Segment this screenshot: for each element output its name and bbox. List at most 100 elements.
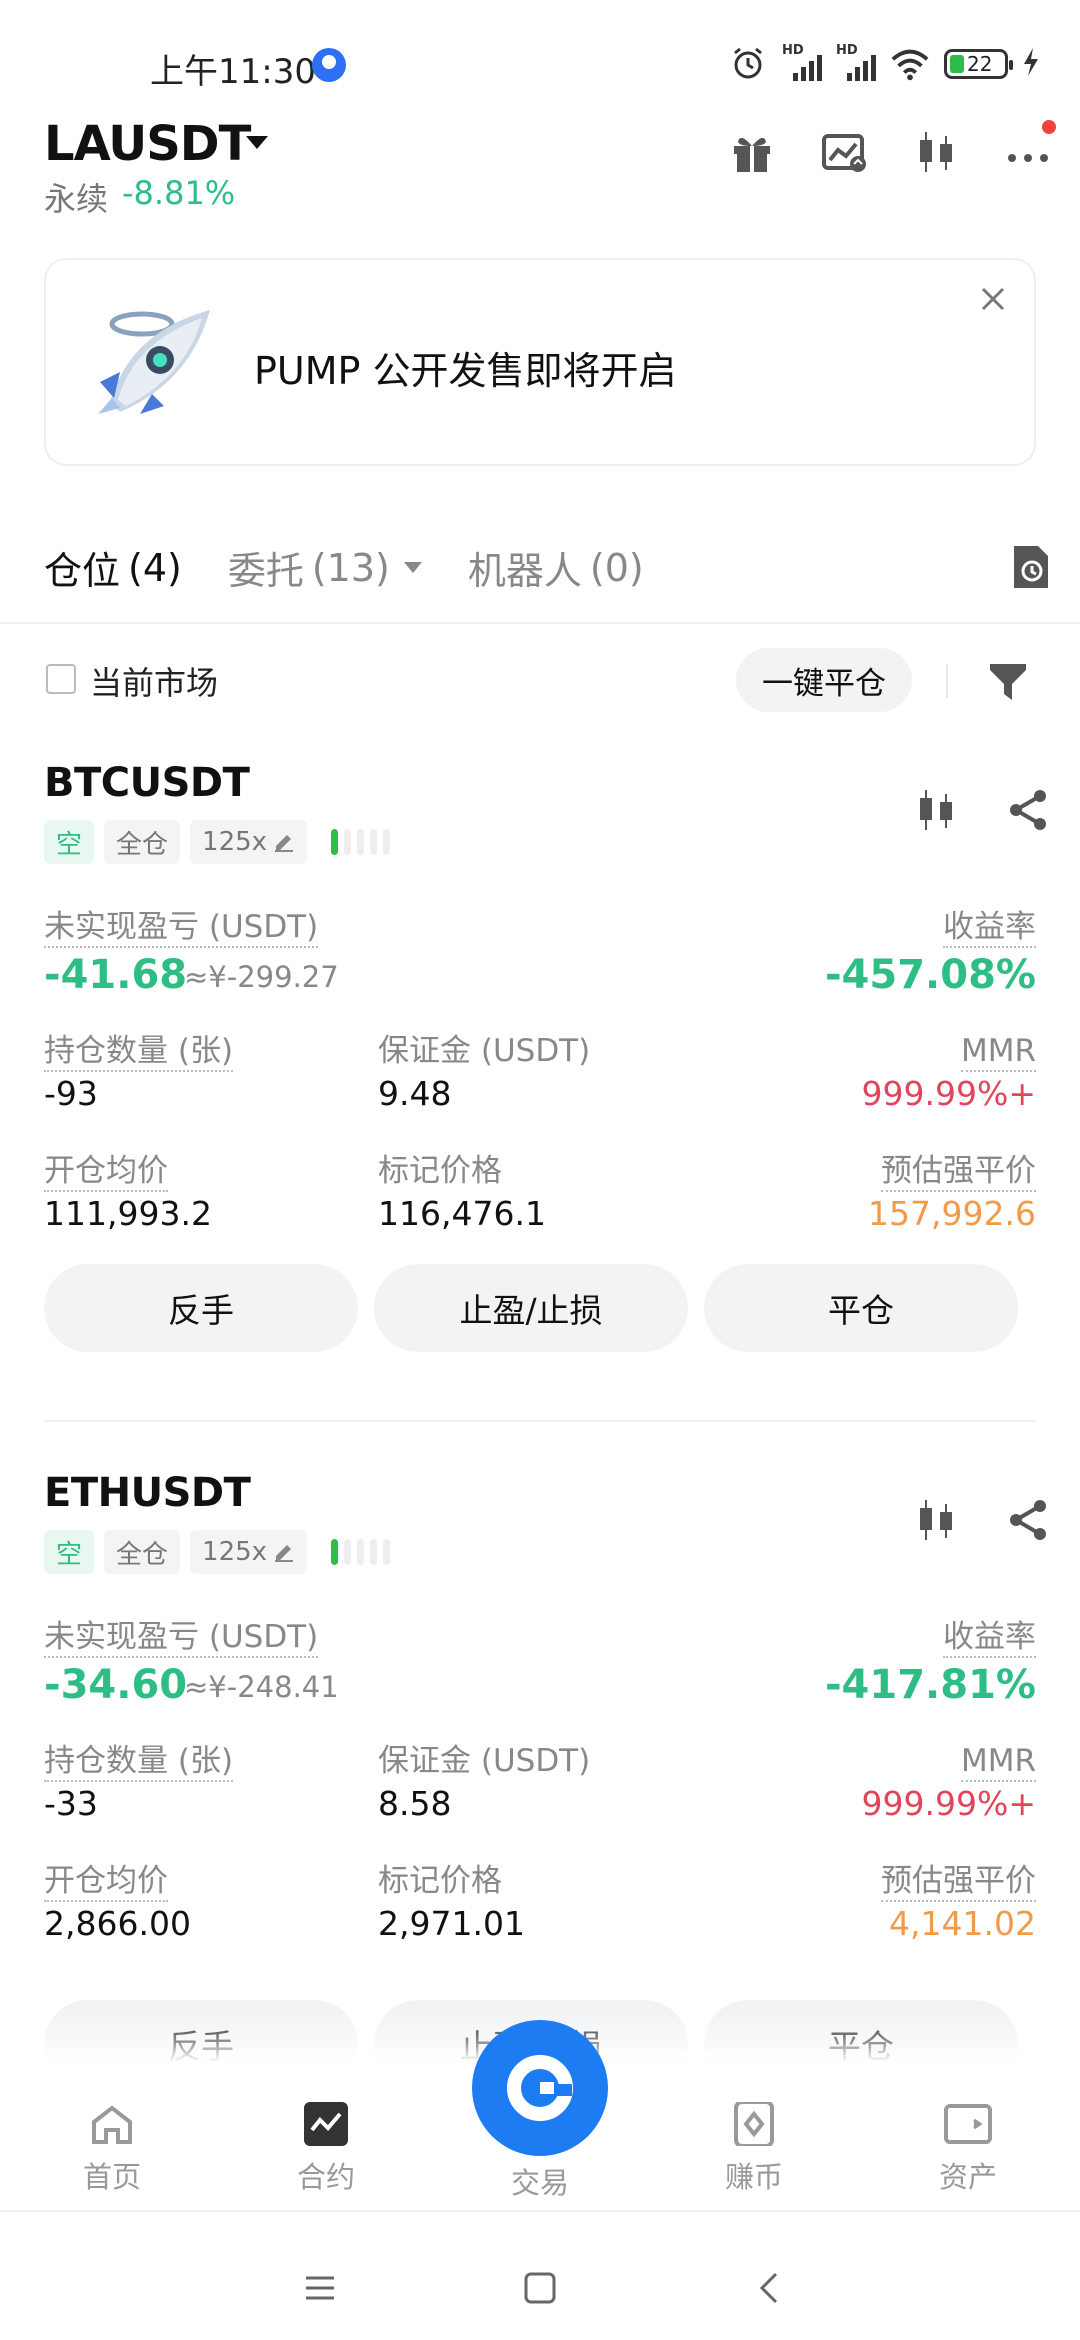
size-value: -93 xyxy=(44,1074,98,1113)
signal-icon: HD xyxy=(782,43,822,81)
battery-level: 22 xyxy=(967,52,993,76)
status-bar: 上午11:30 HD HD 22 xyxy=(0,0,1080,110)
nav-assets[interactable]: 资产 xyxy=(908,2102,1028,2196)
size-label[interactable]: 持仓数量 (张) xyxy=(44,1032,234,1072)
mark-price-value: 2,971.01 xyxy=(378,1904,525,1943)
more-icon[interactable] xyxy=(1006,120,1056,174)
candlestick-icon[interactable] xyxy=(914,130,958,174)
candlestick-icon[interactable] xyxy=(914,1498,958,1542)
pair-title[interactable]: LAUSDT xyxy=(44,116,251,172)
margin-mode-tag[interactable]: 全仓 xyxy=(104,1530,181,1574)
chart-image-icon[interactable] xyxy=(822,130,866,174)
nav-futures[interactable]: 合约 xyxy=(266,2102,386,2196)
tab-bots[interactable]: 机器人 (0) xyxy=(468,540,644,595)
liq-price-value: 4,141.02 xyxy=(889,1904,1036,1943)
tab-positions[interactable]: 仓位 (4) xyxy=(44,540,182,595)
tab-label: 仓位 xyxy=(44,549,121,593)
share-icon[interactable] xyxy=(1006,788,1050,832)
futures-icon xyxy=(302,2102,350,2146)
reverse-button[interactable]: 反手 xyxy=(44,1264,358,1352)
side-tag: 空 xyxy=(44,1530,95,1574)
notification-dot xyxy=(1042,120,1056,134)
roe-label[interactable]: 收益率 xyxy=(943,1618,1036,1658)
liq-price-label[interactable]: 预估强平价 xyxy=(881,1862,1036,1902)
back-icon[interactable] xyxy=(750,2268,790,2308)
current-market-label[interactable]: 当前市场 xyxy=(90,658,218,704)
charging-icon xyxy=(1022,47,1040,81)
mark-price-value: 116,476.1 xyxy=(378,1194,546,1233)
close-all-button[interactable]: 一键平仓 xyxy=(736,648,912,712)
mark-price-label: 标记价格 xyxy=(378,1153,502,1189)
home-square-icon[interactable] xyxy=(520,2268,560,2308)
earn-icon xyxy=(730,2100,778,2148)
risk-meter xyxy=(331,829,391,855)
position-symbol[interactable]: ETHUSDT xyxy=(44,1470,251,1516)
alarm-icon xyxy=(728,47,768,81)
signal-hd-label-2: HD xyxy=(836,43,858,58)
mmr-label[interactable]: MMR xyxy=(960,1742,1036,1782)
unrealized-pnl-value: -41.68 xyxy=(44,952,188,998)
nav-label: 赚币 xyxy=(724,2160,783,2194)
tab-count: (0) xyxy=(589,545,644,590)
close-icon[interactable] xyxy=(976,282,1010,316)
tab-count: (4) xyxy=(128,545,182,590)
tpsl-button[interactable]: 止盈/止损 xyxy=(374,1264,688,1352)
mmr-label[interactable]: MMR xyxy=(960,1032,1036,1072)
divider xyxy=(0,622,1080,624)
gift-icon[interactable] xyxy=(730,130,774,174)
tab-label: 机器人 xyxy=(467,549,582,593)
risk-meter xyxy=(331,1539,391,1565)
tab-orders[interactable]: 委托 (13) xyxy=(228,540,422,595)
menu-icon[interactable] xyxy=(300,2268,340,2308)
caret-down-icon[interactable] xyxy=(246,136,268,149)
entry-price-label[interactable]: 开仓均价 xyxy=(44,1152,168,1192)
contract-type: 永续 xyxy=(44,180,109,218)
liq-price-label[interactable]: 预估强平价 xyxy=(881,1152,1036,1192)
current-market-checkbox[interactable] xyxy=(46,664,76,694)
share-icon[interactable] xyxy=(1006,1498,1050,1542)
entry-price-value: 111,993.2 xyxy=(44,1194,212,1233)
mark-price-label: 标记价格 xyxy=(378,1863,502,1899)
leverage-tag[interactable]: 125x xyxy=(190,820,308,864)
status-time: 上午11:30 xyxy=(150,52,316,92)
candlestick-icon[interactable] xyxy=(914,788,958,832)
nav-earn[interactable]: 赚币 xyxy=(694,2100,814,2196)
header: LAUSDT 永续 -8.81% xyxy=(0,110,1080,220)
leverage-tag[interactable]: 125x xyxy=(190,1530,308,1574)
roe-value: -417.81% xyxy=(824,1662,1036,1708)
roe-value: -457.08% xyxy=(824,952,1036,998)
mmr-value: 999.99%+ xyxy=(861,1074,1036,1113)
unrealized-pnl-label[interactable]: 未实现盈亏 (USDT) xyxy=(44,908,319,948)
entry-price-value: 2,866.00 xyxy=(44,1904,191,1943)
wifi-icon xyxy=(890,47,930,81)
close-position-button[interactable]: 平仓 xyxy=(704,1264,1018,1352)
unrealized-pnl-value: -34.60 xyxy=(44,1662,188,1708)
unrealized-pnl-cny: ≈¥-248.41 xyxy=(184,1670,339,1704)
mmr-value: 999.99%+ xyxy=(861,1784,1036,1823)
edit-icon xyxy=(275,835,294,852)
leverage-value: 125x xyxy=(202,827,268,857)
divider xyxy=(946,664,948,698)
unrealized-pnl-label[interactable]: 未实现盈亏 (USDT) xyxy=(44,1618,319,1658)
leverage-value: 125x xyxy=(202,1537,268,1567)
wallet-icon xyxy=(944,2102,992,2146)
margin-mode-tag[interactable]: 全仓 xyxy=(104,820,181,864)
history-document-icon[interactable] xyxy=(1010,544,1050,590)
nav-home[interactable]: 首页 xyxy=(52,2102,172,2196)
signal-hd-label: HD xyxy=(782,43,804,58)
battery-icon: 22 xyxy=(944,49,1013,79)
status-icons: HD HD 22 xyxy=(728,43,1040,84)
roe-label[interactable]: 收益率 xyxy=(943,908,1036,948)
promo-banner[interactable]: PUMP 公开发售即将开启 xyxy=(44,258,1036,466)
entry-price-label[interactable]: 开仓均价 xyxy=(44,1862,168,1902)
position-card: BTCUSDT 空 全仓 125x 未实现盈亏 (USDT) 收益率 -41.6… xyxy=(0,760,1080,1440)
unrealized-pnl-cny: ≈¥-299.27 xyxy=(184,960,339,994)
position-symbol[interactable]: BTCUSDT xyxy=(44,760,250,806)
size-label[interactable]: 持仓数量 (张) xyxy=(44,1742,234,1782)
liq-price-value: 157,992.6 xyxy=(868,1194,1036,1233)
filter-icon[interactable] xyxy=(988,660,1028,702)
caret-down-icon xyxy=(403,562,422,573)
signal-icon-2: HD xyxy=(836,43,876,81)
tab-count: (13) xyxy=(311,545,390,590)
trade-button[interactable] xyxy=(472,2020,608,2156)
